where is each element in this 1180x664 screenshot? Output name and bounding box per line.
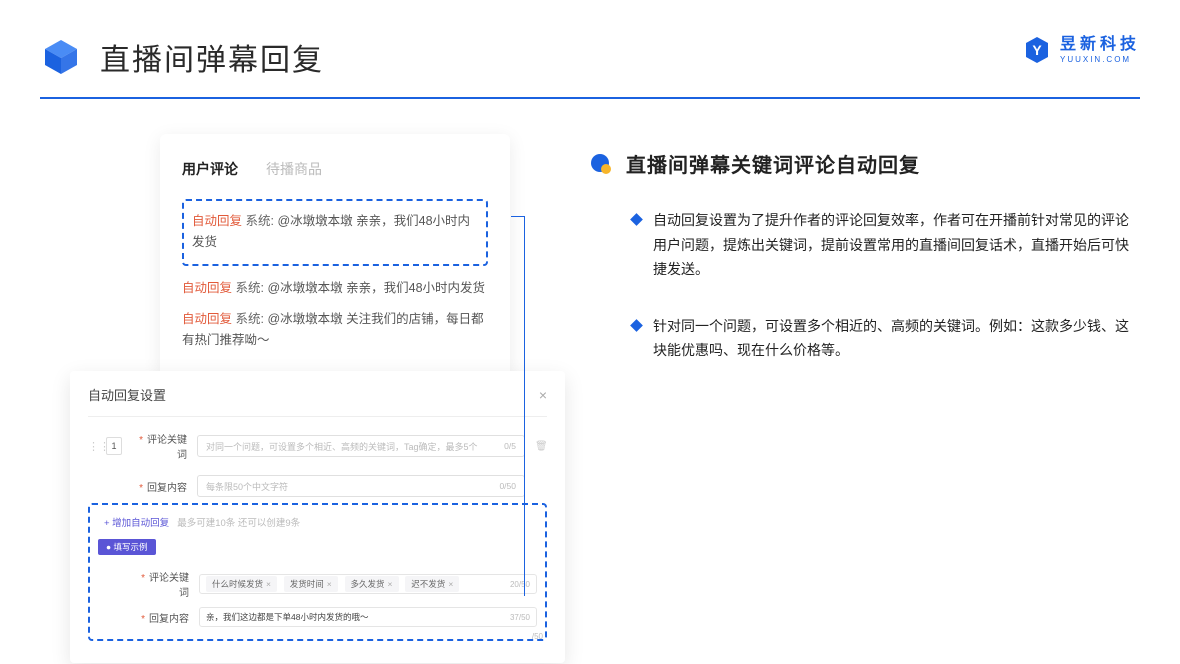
section-heading: 直播间弹幕关键词评论自动回复: [590, 149, 1140, 178]
reply-item: 自动回复 系统: @冰墩墩本墩 亲亲，我们48小时内发货: [182, 278, 488, 299]
description-column: 直播间弹幕关键词评论自动回复 自动回复设置为了提升作者的评论回复效率，作者可在开…: [590, 134, 1140, 663]
svg-text:Y: Y: [1032, 42, 1042, 58]
system-label: 系统:: [236, 281, 264, 295]
settings-title: 自动回复设置: [88, 385, 166, 404]
header-left: 直播间弹幕回复: [40, 35, 324, 79]
example-content-row: *回复内容 亲，我们这边都是下单48小时内发货的哦～ 37/50: [98, 607, 537, 627]
keyword-tag[interactable]: 多久发货×: [345, 576, 399, 592]
placeholder-text: 每条限50个中文字符: [206, 480, 288, 493]
keyword-row: ⋮⋮ 1 *评论关键词 对同一个问题，可设置多个相近、高频的关键词，Tag确定，…: [88, 431, 547, 461]
tab-products[interactable]: 待播商品: [266, 159, 322, 179]
bullet-text: 针对同一个问题，可设置多个相近的、高频的关键词。例如：这款多少钱、这块能优惠吗、…: [653, 314, 1140, 363]
cube-icon: [40, 36, 82, 78]
logo-en: YUUXIN.COM: [1060, 56, 1140, 64]
logo-icon: Y: [1022, 35, 1052, 65]
connector-line: [511, 216, 525, 596]
reply-text: @冰墩墩本墩 亲亲，我们48小时内发货: [267, 281, 485, 295]
bullet-text: 自动回复设置为了提升作者的评论回复效率，作者可在开播前针对常见的评论用户问题，提…: [653, 208, 1140, 282]
keyword-input[interactable]: 对同一个问题，可设置多个相近、高频的关键词，Tag确定，最多5个 0/5: [197, 435, 525, 457]
page-header: 直播间弹幕回复 Y 昱新科技 YUUXIN.COM: [0, 0, 1180, 79]
auto-reply-tag: 自动回复: [182, 312, 232, 326]
tab-comments[interactable]: 用户评论: [182, 159, 238, 179]
logo-cn: 昱新科技: [1060, 37, 1140, 53]
delete-icon[interactable]: 🗑: [535, 441, 547, 452]
content-label: *回复内容: [134, 610, 189, 625]
company-logo: Y 昱新科技 YUUXIN.COM: [1022, 35, 1140, 65]
example-section: + 增加自动回复 最多可建10条 还可以创建9条 ● 填写示例 *评论关键词 什…: [88, 503, 547, 641]
add-hint: 最多可建10条 还可以创建9条: [177, 515, 300, 529]
content-row: *回复内容 每条限50个中文字符 0/50: [88, 475, 547, 497]
keyword-tag[interactable]: 什么时候发货×: [206, 576, 277, 592]
bullet-point: 自动回复设置为了提升作者的评论回复效率，作者可在开播前针对常见的评论用户问题，提…: [590, 208, 1140, 282]
section-title: 直播间弹幕关键词评论自动回复: [626, 149, 920, 178]
auto-reply-tag: 自动回复: [192, 214, 242, 228]
comment-panel: 用户评论 待播商品 自动回复 系统: @冰墩墩本墩 亲亲，我们48小时内发货 自…: [160, 134, 510, 381]
content-input[interactable]: 每条限50个中文字符 0/50: [197, 475, 525, 497]
example-keyword-input[interactable]: 什么时候发货× 发货时间× 多久发货× 迟不发货× 20/50: [199, 574, 537, 594]
settings-panel: 自动回复设置 × ⋮⋮ 1 *评论关键词 对同一个问题，可设置多个相近、高频的关…: [70, 371, 565, 663]
char-counter: 37/50: [510, 613, 530, 622]
keyword-tag[interactable]: 迟不发货×: [405, 576, 459, 592]
keyword-label: *评论关键词: [134, 569, 189, 599]
example-keyword-row: *评论关键词 什么时候发货× 发货时间× 多久发货× 迟不发货× 20/50: [98, 569, 537, 599]
system-label: 系统:: [236, 312, 264, 326]
content-label: *回复内容: [132, 479, 187, 494]
keyword-label: *评论关键词: [132, 431, 187, 461]
bullet-point: 针对同一个问题，可设置多个相近的、高频的关键词。例如：这款多少钱、这块能优惠吗、…: [590, 314, 1140, 363]
tag-list: 什么时候发货× 发货时间× 多久发货× 迟不发货×: [206, 576, 463, 592]
highlighted-reply: 自动回复 系统: @冰墩墩本墩 亲亲，我们48小时内发货: [182, 199, 488, 266]
system-label: 系统:: [246, 214, 274, 228]
close-icon[interactable]: ×: [539, 387, 547, 403]
tabs: 用户评论 待播商品: [182, 159, 488, 179]
example-content-input[interactable]: 亲，我们这边都是下单48小时内发货的哦～ 37/50: [199, 607, 537, 627]
placeholder-text: 对同一个问题，可设置多个相近、高频的关键词，Tag确定，最多5个: [206, 440, 478, 453]
page-title: 直播间弹幕回复: [100, 35, 324, 79]
row-number: 1: [106, 437, 122, 455]
reply-item: 自动回复 系统: @冰墩墩本墩 关注我们的店铺，每日都有热门推荐呦～: [182, 309, 488, 352]
example-text: 亲，我们这边都是下单48小时内发货的哦～: [206, 611, 368, 623]
example-badge: ● 填写示例: [98, 539, 156, 555]
extra-counter: /50: [532, 632, 543, 641]
add-reply-link[interactable]: + 增加自动回复 最多可建10条 还可以创建9条: [98, 515, 537, 529]
keyword-tag[interactable]: 发货时间×: [284, 576, 338, 592]
diamond-icon: [630, 319, 643, 332]
auto-reply-tag: 自动回复: [182, 281, 232, 295]
reply-item: 自动回复 系统: @冰墩墩本墩 亲亲，我们48小时内发货: [192, 211, 478, 254]
settings-header: 自动回复设置 ×: [88, 385, 547, 417]
diamond-icon: [630, 213, 643, 226]
chat-bubble-icon: [590, 153, 612, 175]
drag-handle-icon[interactable]: ⋮⋮: [88, 440, 96, 453]
screenshot-column: 用户评论 待播商品 自动回复 系统: @冰墩墩本墩 亲亲，我们48小时内发货 自…: [70, 134, 520, 663]
